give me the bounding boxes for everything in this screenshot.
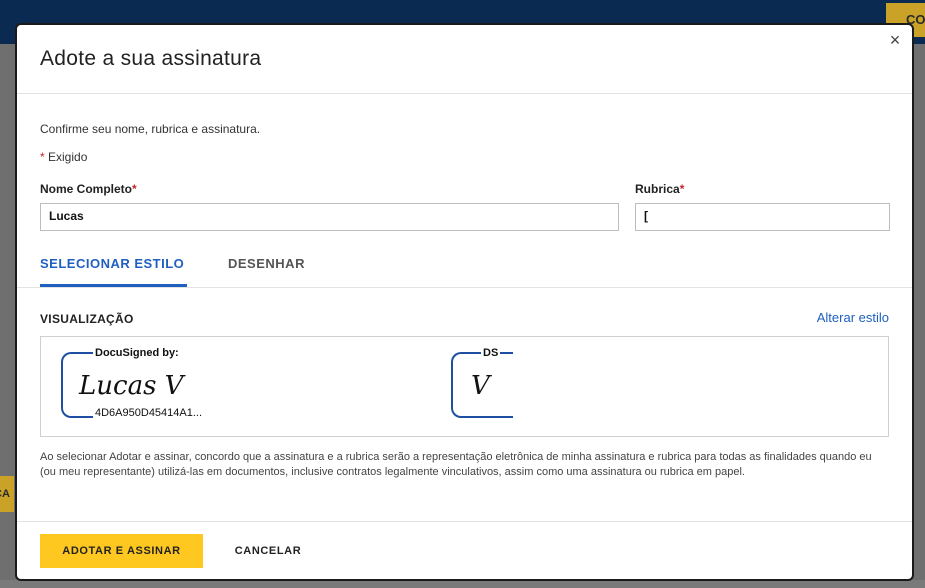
footer-divider [17, 521, 912, 522]
required-note: * Exigido [40, 150, 87, 164]
adopt-signature-dialog: × Adote a sua assinatura Confirme seu no… [15, 23, 914, 581]
required-star: * [132, 182, 137, 196]
signature-script: Lucas V [79, 371, 184, 401]
initials-script: V [471, 371, 490, 401]
adopt-and-sign-button[interactable]: ADOTAR E ASSINAR [40, 534, 203, 568]
tab-draw[interactable]: DESENHAR [228, 256, 305, 271]
background-page [0, 580, 925, 588]
signature-preview: DocuSigned by: Lucas V 4D6A950D45414A1..… [40, 336, 889, 437]
dialog-title: Adote a sua assinatura [40, 47, 262, 70]
initials-label-text: Rubrica [635, 182, 680, 196]
intro-text: Confirme seu nome, rubrica e assinatura. [40, 122, 261, 136]
background-side-button: ÇA [0, 476, 14, 512]
redacted-area [503, 377, 563, 403]
header-divider [17, 93, 912, 94]
preview-label: VISUALIZAÇÃO [40, 312, 134, 326]
required-star: * [679, 182, 685, 196]
full-name-value: Lucas [49, 209, 84, 223]
full-name-label: Nome Completo* [40, 182, 137, 196]
tab-select-style[interactable]: SELECIONAR ESTILO [40, 256, 184, 271]
full-name-input[interactable]: Lucas [40, 203, 619, 231]
change-style-link[interactable]: Alterar estilo [817, 310, 889, 325]
legal-disclaimer: Ao selecionar Adotar e assinar, concordo… [40, 451, 872, 478]
initials-label: Rubrica* [635, 182, 684, 196]
initials-header: DS [481, 347, 501, 359]
signature-header: DocuSigned by: [93, 347, 181, 359]
initials-value: [ [644, 209, 648, 223]
signature-hash: 4D6A950D45414A1... [93, 407, 205, 419]
required-star: * [40, 150, 45, 164]
tabs-divider [17, 287, 912, 288]
initials-input[interactable]: [ [635, 203, 890, 231]
required-text: Exigido [48, 150, 88, 164]
redacted-area [186, 377, 406, 403]
close-icon[interactable]: × [886, 31, 904, 49]
full-name-label-text: Nome Completo [40, 182, 133, 196]
cancel-button[interactable]: CANCELAR [218, 534, 318, 568]
